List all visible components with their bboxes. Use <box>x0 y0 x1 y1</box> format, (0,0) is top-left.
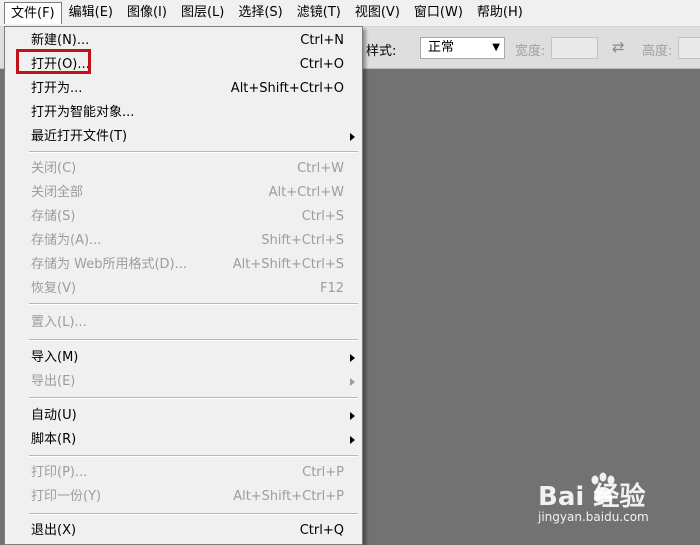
menu-item-shortcut: Alt+Shift+Ctrl+S <box>232 257 344 272</box>
width-input[interactable] <box>551 37 598 59</box>
menu-item-shortcut: Ctrl+Q <box>299 523 344 538</box>
menu-item-print-one-copy[interactable]: 打印一份(Y) Alt+Shift+Ctrl+P <box>7 485 360 509</box>
menu-item-label: 打印一份(Y) <box>31 489 102 504</box>
menu-item-shortcut: Ctrl+N <box>300 33 344 48</box>
menu-item-export[interactable]: 导出(E) <box>7 370 360 394</box>
menu-item-label: 最近打开文件(T) <box>31 129 128 144</box>
menu-select[interactable]: 选择(S) <box>231 2 289 24</box>
menu-item-label: 导出(E) <box>31 374 76 389</box>
swap-icon[interactable]: ⇄ <box>612 38 625 56</box>
submenu-arrow-icon <box>350 378 355 386</box>
menu-item-save-as[interactable]: 存储为(A)... Shift+Ctrl+S <box>7 229 360 253</box>
menu-item-save[interactable]: 存储(S) Ctrl+S <box>7 205 360 229</box>
menu-item-automate[interactable]: 自动(U) <box>7 404 360 428</box>
menu-item-label: 打印(P)... <box>31 465 88 480</box>
menu-item-shortcut: Ctrl+S <box>301 209 344 224</box>
menu-item-close[interactable]: 关闭(C) Ctrl+W <box>7 157 360 181</box>
menu-item-shortcut: Ctrl+P <box>302 465 344 480</box>
menu-item-exit[interactable]: 退出(X) Ctrl+Q <box>7 519 360 543</box>
menu-item-open-as[interactable]: 打开为... Alt+Shift+Ctrl+O <box>7 77 360 101</box>
menu-separator <box>29 513 358 515</box>
menu-separator <box>29 339 358 341</box>
submenu-arrow-icon <box>350 133 355 141</box>
menu-window[interactable]: 窗口(W) <box>407 2 470 24</box>
menu-item-shortcut: F12 <box>319 281 344 296</box>
menu-separator <box>29 151 358 153</box>
menu-item-label: 导入(M) <box>31 350 79 365</box>
submenu-arrow-icon <box>350 436 355 444</box>
menu-item-label: 恢复(V) <box>31 281 77 296</box>
menu-item-label: 脚本(R) <box>31 432 77 447</box>
menu-item-shortcut: Alt+Ctrl+W <box>268 185 344 200</box>
watermark: Bai 经验 jingyan.baidu.com <box>538 470 698 530</box>
menu-item-label: 关闭全部 <box>31 185 84 200</box>
style-select-value: 正常 <box>428 40 455 55</box>
menu-item-label: 自动(U) <box>31 408 77 423</box>
menu-image[interactable]: 图像(I) <box>120 2 174 24</box>
menu-separator <box>29 303 358 305</box>
menu-item-label: 打开为... <box>31 81 83 96</box>
watermark-url: jingyan.baidu.com <box>538 510 649 524</box>
menu-item-label: 存储为(A)... <box>31 233 102 248</box>
style-select[interactable]: 正常 ▼ <box>420 37 505 59</box>
menu-view[interactable]: 视图(V) <box>348 2 407 24</box>
style-label: 样式: <box>366 44 397 59</box>
chevron-down-icon: ▼ <box>492 42 500 53</box>
highlight-annotation <box>16 49 91 74</box>
menu-item-label: 退出(X) <box>31 523 77 538</box>
menu-item-open-as-smart-object[interactable]: 打开为智能对象... <box>7 101 360 125</box>
menu-separator <box>29 455 358 457</box>
menu-separator <box>29 397 358 399</box>
menu-item-shortcut: Ctrl+O <box>299 57 344 72</box>
menu-item-shortcut: Alt+Shift+Ctrl+O <box>230 81 344 96</box>
menu-item-label: 打开为智能对象... <box>31 105 135 120</box>
menu-item-save-for-web[interactable]: 存储为 Web所用格式(D)... Alt+Shift+Ctrl+S <box>7 253 360 277</box>
height-input[interactable] <box>678 37 700 59</box>
menu-item-import[interactable]: 导入(M) <box>7 346 360 370</box>
menu-item-close-all[interactable]: 关闭全部 Alt+Ctrl+W <box>7 181 360 205</box>
menu-filter[interactable]: 滤镜(T) <box>290 2 348 24</box>
menu-edit[interactable]: 编辑(E) <box>62 2 120 24</box>
menu-item-label: 关闭(C) <box>31 161 77 176</box>
submenu-arrow-icon <box>350 412 355 420</box>
menu-item-print[interactable]: 打印(P)... Ctrl+P <box>7 461 360 485</box>
menu-item-label: 存储为 Web所用格式(D)... <box>31 257 188 272</box>
file-menu: 新建(N)... Ctrl+N 打开(O)... Ctrl+O 打开为... A… <box>4 26 363 545</box>
menu-item-shortcut: Ctrl+W <box>297 161 344 176</box>
width-label: 宽度: <box>515 44 546 59</box>
menu-item-place[interactable]: 置入(L)... <box>7 311 360 335</box>
menu-item-shortcut: Alt+Shift+Ctrl+P <box>233 489 344 504</box>
menu-help[interactable]: 帮助(H) <box>470 2 530 24</box>
menu-bar: 文件(F) 编辑(E) 图像(I) 图层(L) 选择(S) 滤镜(T) 视图(V… <box>0 0 700 27</box>
menu-file[interactable]: 文件(F) <box>4 2 62 24</box>
menu-item-scripts[interactable]: 脚本(R) <box>7 428 360 452</box>
menu-item-label: 置入(L)... <box>31 315 87 330</box>
menu-item-shortcut: Shift+Ctrl+S <box>261 233 344 248</box>
menu-layer[interactable]: 图层(L) <box>174 2 231 24</box>
menu-item-revert[interactable]: 恢复(V) F12 <box>7 277 360 301</box>
menu-item-open-recent[interactable]: 最近打开文件(T) <box>7 125 360 149</box>
height-label: 高度: <box>642 44 673 59</box>
submenu-arrow-icon <box>350 354 355 362</box>
menu-item-label: 存储(S) <box>31 209 76 224</box>
paw-icon <box>591 472 615 503</box>
